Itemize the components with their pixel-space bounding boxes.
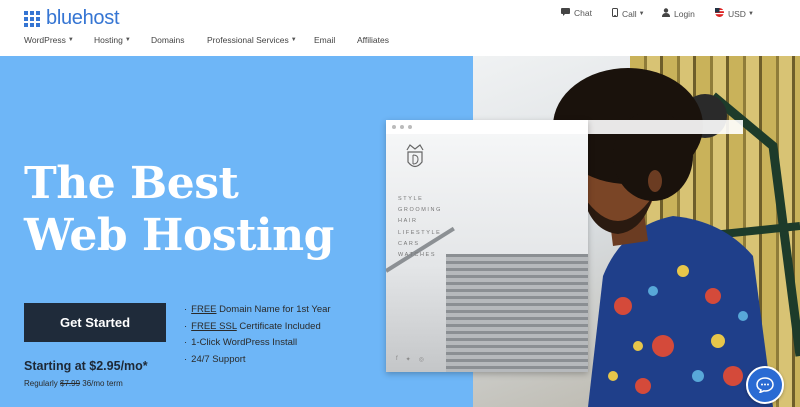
instagram-icon: ◎: [418, 357, 424, 363]
currency-label: USD: [728, 8, 746, 19]
chevron-down-icon: ▼: [638, 10, 645, 17]
browser-mockup-bar-extension: [588, 120, 743, 134]
free-ssl-link[interactable]: FREE SSL: [191, 321, 237, 332]
chat-icon: [561, 8, 570, 18]
chevron-down-icon: ▼: [290, 37, 297, 43]
feature-list: FREE Domain Name for 1st Year FREE SSL C…: [184, 302, 331, 369]
starting-price: Starting at $2.95/mo*: [24, 359, 148, 373]
nav-label: Hosting: [94, 35, 123, 45]
nav-item-professional-services[interactable]: Professional Services ▼: [207, 35, 297, 45]
get-started-button[interactable]: Get Started: [24, 303, 166, 342]
nav-label: WordPress: [24, 35, 66, 45]
stairs-image: [446, 254, 588, 372]
window-dot-icon: [408, 125, 412, 129]
call-label: Call: [622, 8, 637, 19]
headline-line-2: Web Hosting: [24, 210, 334, 261]
mockup-menu-item: GROOMING: [398, 207, 442, 214]
chat-label: Chat: [574, 8, 592, 18]
mockup-social-icons: f ✦ ◎: [396, 356, 432, 363]
mockup-menu: STYLE GROOMING HAIR LIFESTYLE CARS WATCH…: [398, 194, 442, 261]
regular-prefix: Regularly: [24, 379, 61, 388]
chevron-down-icon: ▼: [747, 10, 754, 17]
feature-item: 24/7 Support: [184, 352, 331, 369]
mockup-menu-item: LIFESTYLE: [398, 229, 442, 236]
phone-icon: [612, 8, 618, 19]
nav-item-affiliates[interactable]: Affiliates: [357, 35, 389, 45]
feature-item: FREE SSL Certificate Included: [184, 319, 331, 336]
feature-text: Certificate Included: [236, 320, 321, 332]
us-flag-icon: [715, 8, 724, 19]
feature-item: FREE Domain Name for 1st Year: [184, 302, 331, 319]
login-link[interactable]: Login: [662, 8, 695, 19]
login-label: Login: [674, 8, 695, 19]
chevron-down-icon: ▼: [67, 37, 74, 43]
site-header: bluehost Chat Call ▼ Login USD ▼ WordPre…: [0, 0, 800, 56]
regular-suffix: 36/mo term: [80, 379, 123, 388]
feature-item: 1-Click WordPress Install: [184, 335, 331, 352]
call-dropdown[interactable]: Call ▼: [612, 8, 645, 19]
chevron-down-icon: ▼: [124, 37, 131, 43]
nav-item-email[interactable]: Email: [314, 35, 335, 45]
user-icon: [662, 8, 670, 19]
chat-link[interactable]: Chat: [561, 8, 592, 18]
mockup-browser-bar: [386, 120, 588, 134]
feature-text: Domain Name for 1st Year: [216, 304, 331, 315]
crest-logo-icon: [406, 144, 424, 168]
mockup-menu-item: WATCHES: [398, 252, 437, 259]
logo-grid-icon: [24, 10, 40, 27]
nav-item-wordpress[interactable]: WordPress ▼: [24, 35, 74, 45]
bluehost-logo[interactable]: bluehost: [24, 7, 120, 30]
logo-text: bluehost: [46, 7, 120, 29]
currency-dropdown[interactable]: USD ▼: [715, 8, 754, 19]
nav-label: Professional Services: [207, 35, 289, 45]
live-chat-button[interactable]: [746, 366, 784, 404]
regular-price: $7.99: [60, 379, 81, 388]
nav-label: Email: [314, 35, 336, 45]
window-dot-icon: [392, 125, 396, 129]
regular-price-note: Regularly $7.99 36/mo term: [24, 379, 123, 388]
chat-bubble-icon: [756, 377, 774, 393]
mockup-menu-item: STYLE: [398, 196, 424, 202]
nav-label: Domains: [151, 35, 185, 45]
free-domain-link[interactable]: FREE: [191, 304, 216, 315]
nav-item-domains[interactable]: Domains: [151, 35, 185, 45]
mockup-menu-item: CARS: [398, 240, 420, 247]
mockup-page: STYLE GROOMING HAIR LIFESTYLE CARS WATCH…: [386, 134, 588, 372]
twitter-icon: ✦: [405, 357, 411, 363]
nav-label: Affiliates: [357, 35, 389, 45]
nav-item-hosting[interactable]: Hosting ▼: [94, 35, 131, 45]
mockup-menu-item: HAIR: [398, 218, 418, 225]
facebook-icon: f: [396, 356, 398, 362]
website-mockup: STYLE GROOMING HAIR LIFESTYLE CARS WATCH…: [386, 120, 588, 372]
headline-line-1: The Best: [24, 158, 239, 209]
window-dot-icon: [400, 125, 404, 129]
